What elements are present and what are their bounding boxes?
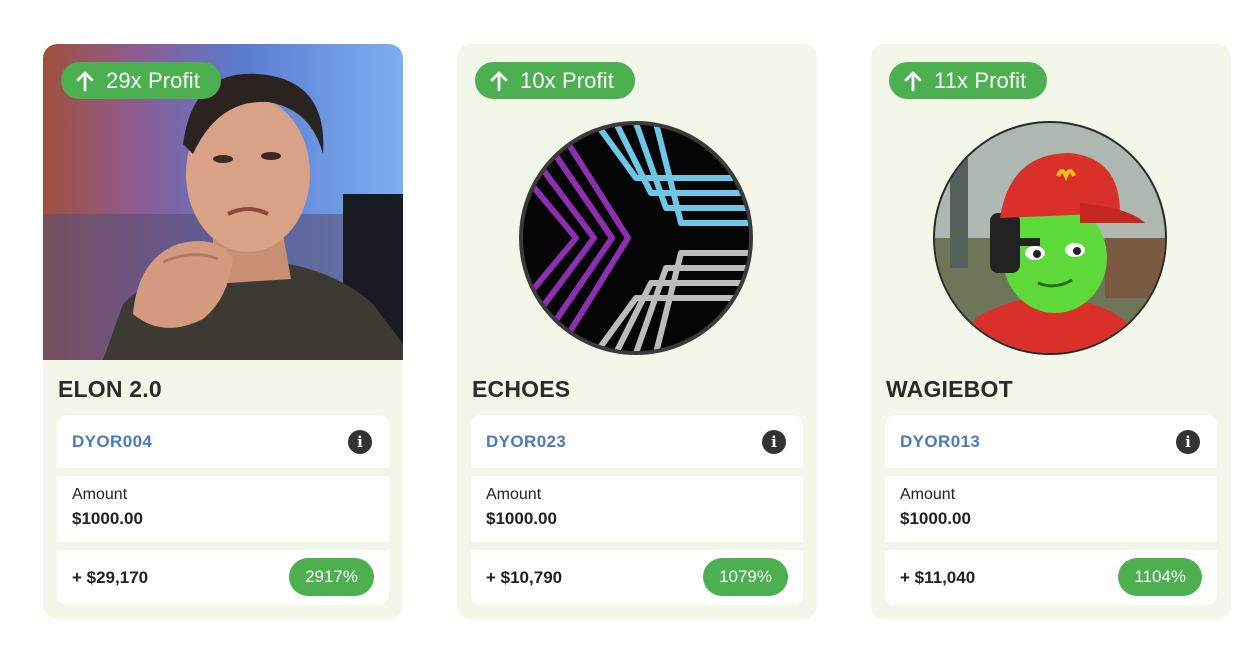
card-media: 29x Profit: [43, 44, 403, 360]
info-icon[interactable]: i: [762, 430, 786, 454]
amount-value: $1000.00: [900, 509, 971, 528]
amount-value: $1000.00: [72, 509, 143, 528]
profit-badge-label: 11x Profit: [934, 67, 1027, 93]
profit-row: + $29,170 2917%: [57, 550, 389, 605]
profit-badge: 29x Profit: [61, 62, 221, 99]
amount-row: Amount $1000.00: [885, 476, 1217, 542]
info-icon[interactable]: i: [348, 430, 372, 454]
echoes-logo: [519, 121, 753, 355]
arrow-up-icon: [76, 71, 94, 91]
profit-percent-badge: 1079%: [703, 558, 788, 596]
profit-percent-badge: 2917%: [289, 558, 374, 596]
card-media: 11x Profit: [871, 44, 1231, 360]
info-icon[interactable]: i: [1176, 430, 1200, 454]
token-code: DYOR023: [486, 432, 567, 451]
arrow-up-icon: [904, 71, 922, 91]
code-row: DYOR004 i: [57, 415, 389, 468]
amount-row: Amount $1000.00: [57, 476, 389, 542]
profit-badge: 10x Profit: [475, 62, 635, 99]
profit-badge: 11x Profit: [889, 62, 1048, 99]
wagiebot-avatar: [933, 121, 1167, 355]
profit-percent-badge: 1104%: [1118, 558, 1202, 596]
amount-label: Amount: [900, 486, 956, 503]
amount-label: Amount: [486, 486, 542, 503]
amount-value: $1000.00: [486, 509, 557, 528]
profit-value: + $29,170: [72, 568, 149, 587]
token-card[interactable]: 11x Profit WAGIEBOT DYOR013 i Amount $10…: [871, 44, 1231, 619]
token-code: DYOR004: [72, 432, 153, 451]
amount-label: Amount: [72, 486, 128, 503]
profit-value: + $11,040: [900, 568, 976, 587]
token-card[interactable]: 29x Profit ELON 2.0 DYOR004 i Amount $10…: [43, 44, 403, 619]
amount-row: Amount $1000.00: [471, 476, 803, 542]
token-name: WAGIEBOT: [886, 376, 1013, 402]
token-card[interactable]: 10x Profit ECHOES DYOR023 i Amount $1000…: [457, 44, 817, 619]
code-row: DYOR013 i: [885, 415, 1217, 468]
token-name: ELON 2.0: [58, 376, 162, 402]
profit-badge-label: 29x Profit: [106, 67, 200, 93]
profit-value: + $10,790: [486, 568, 563, 587]
code-row: DYOR023 i: [471, 415, 803, 468]
profit-row: + $10,790 1079%: [471, 550, 803, 605]
profit-row: + $11,040 1104%: [885, 550, 1217, 605]
token-name: ECHOES: [472, 376, 571, 402]
profit-badge-label: 10x Profit: [520, 67, 614, 93]
arrow-up-icon: [490, 71, 508, 91]
card-media: 10x Profit: [457, 44, 817, 360]
token-code: DYOR013: [900, 432, 981, 451]
